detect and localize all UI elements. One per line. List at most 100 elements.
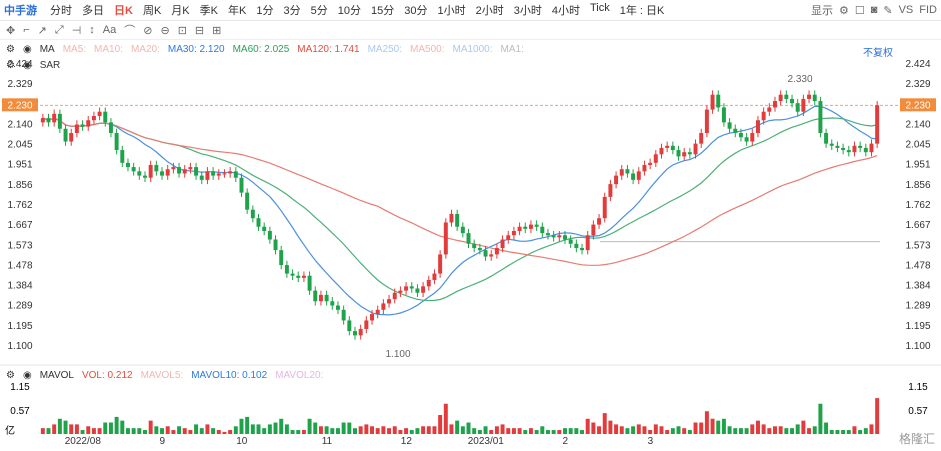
draw-tool-icon[interactable]: Aa — [103, 24, 116, 36]
candle-body — [86, 120, 91, 127]
draw-tool-icon[interactable]: ↗ — [38, 24, 47, 37]
volume-bar — [421, 426, 426, 434]
eye-icon[interactable]: ◉ — [23, 370, 32, 381]
volume-bar — [154, 426, 159, 434]
candle-body — [347, 320, 352, 332]
draw-tool-icon[interactable]: ✥ — [6, 24, 15, 37]
period-tab[interactable]: 10分 — [333, 2, 366, 18]
period-tab[interactable]: 季K — [195, 2, 223, 18]
volume-bar — [455, 420, 460, 434]
draw-tool-icon[interactable]: ⤢ — [55, 24, 64, 37]
candle-body — [778, 94, 783, 102]
period-tab[interactable]: 1小时 — [432, 2, 470, 18]
draw-tool-icon[interactable]: ⌐ — [23, 24, 29, 36]
candle-body — [818, 101, 823, 134]
period-tab[interactable]: 1年 : 日K — [615, 2, 670, 18]
draw-tool-icon[interactable]: ⊡ — [178, 24, 187, 37]
candle-body — [795, 103, 800, 112]
vs-button[interactable]: VS — [899, 4, 914, 16]
period-tab[interactable]: 4小时 — [547, 2, 585, 18]
ma120-line — [42, 117, 878, 266]
draw-tool-icon[interactable]: ↕ — [89, 24, 95, 36]
settings-icon[interactable]: ⚙ — [6, 44, 15, 55]
x-axis-label: 11 — [322, 436, 333, 447]
draw-tool-icon[interactable]: ⌒ — [124, 22, 135, 38]
draw-tool-icon[interactable]: ⊟ — [195, 24, 204, 37]
volume-bar — [670, 428, 675, 434]
volume-bar — [835, 430, 840, 434]
candle-body — [426, 279, 431, 287]
vol-value: VOL: 0.212 — [81, 369, 133, 381]
eye-icon[interactable]: ◉ — [23, 44, 32, 55]
fid-button[interactable]: FID — [919, 4, 937, 16]
period-tab[interactable]: 多日 — [77, 2, 109, 18]
candle-body — [608, 184, 613, 197]
candle-body — [222, 173, 227, 175]
display-menu[interactable]: 显示 — [811, 2, 833, 18]
eye-icon[interactable]: ◉ — [23, 60, 32, 71]
period-tab[interactable]: 5分 — [306, 2, 333, 18]
candle-body — [835, 145, 840, 148]
period-tab[interactable]: 年K — [223, 2, 251, 18]
volume-bar — [330, 428, 335, 434]
period-tab[interactable]: 2小时 — [471, 2, 509, 18]
candle-body — [432, 273, 437, 280]
volume-bar — [211, 428, 216, 434]
volume-bar — [438, 415, 443, 434]
volume-bar — [517, 428, 522, 434]
price-axis-label-left: 2.045 — [7, 140, 32, 151]
period-tab[interactable]: 周K — [138, 2, 166, 18]
volume-bar — [370, 426, 375, 434]
candle-body — [812, 94, 817, 102]
draw-tool-icon[interactable]: ⊖ — [160, 24, 169, 37]
period-tab[interactable]: 15分 — [366, 2, 399, 18]
period-tab[interactable]: Tick — [585, 2, 615, 18]
vol-axis-label: 1.15 — [908, 382, 928, 393]
candle-body — [574, 243, 579, 249]
period-tab[interactable]: 月K — [166, 2, 194, 18]
price-axis-label-right: 2.329 — [905, 79, 930, 90]
draw-tool-icon[interactable]: ⊘ — [143, 24, 152, 37]
x-axis-label: 9 — [160, 436, 166, 447]
volume-bar — [205, 424, 210, 434]
stock-name[interactable]: 中手游 — [4, 2, 37, 18]
draw-tool-icon[interactable]: ⊞ — [212, 24, 221, 37]
candle-body — [738, 133, 743, 138]
draw-tool-icon[interactable]: ⊣ — [72, 24, 82, 37]
volume-bar — [818, 403, 823, 434]
volume-bar — [636, 424, 641, 434]
period-tab[interactable]: 日K — [109, 2, 138, 18]
candle-body — [636, 171, 641, 180]
period-tab[interactable]: 3小时 — [509, 2, 547, 18]
fuquan-toggle[interactable]: 不复权 — [863, 44, 893, 59]
pen-icon[interactable]: ✎ — [883, 4, 892, 17]
fullscreen-icon[interactable]: ☐ — [855, 4, 865, 17]
volume-bar — [114, 416, 119, 434]
volume-bar — [216, 430, 221, 434]
camera-icon[interactable]: ◙ — [871, 4, 878, 16]
volume-bar — [829, 430, 834, 434]
candle-body — [262, 226, 267, 231]
candle-body — [625, 169, 630, 174]
mavol5-value: MAVOL5: — [140, 369, 184, 381]
ma500-value: MA500: — [410, 43, 445, 55]
vol-axis-label: 0.57 — [908, 406, 928, 417]
period-tab[interactable]: 3分 — [278, 2, 305, 18]
candle-body — [301, 275, 306, 278]
settings-icon[interactable]: ⚙ — [6, 370, 15, 381]
candle-body — [761, 111, 766, 121]
candle-body — [597, 218, 602, 225]
low-annotation: 1.100 — [385, 349, 410, 360]
volume-bar — [52, 424, 57, 434]
toolbar-right: 显示 ⚙ ☐ ◙ ✎ VS FID — [811, 2, 937, 18]
period-tab[interactable]: 30分 — [399, 2, 432, 18]
candle-body — [580, 248, 585, 251]
period-tab[interactable]: 分时 — [45, 2, 77, 18]
volume-bar — [125, 428, 130, 434]
period-tabs: 分时 多日 日K 周K 月K 季K 年K 1分 3分 5分 10分 15分 30分 1小时 2小时 3小时 4小… — [45, 2, 669, 18]
settings-icon[interactable]: ⚙ — [6, 60, 15, 71]
settings-gear-icon[interactable]: ⚙ — [839, 4, 849, 17]
period-tab[interactable]: 1分 — [251, 2, 278, 18]
candle-body — [211, 171, 216, 176]
volume-bar — [602, 413, 607, 434]
